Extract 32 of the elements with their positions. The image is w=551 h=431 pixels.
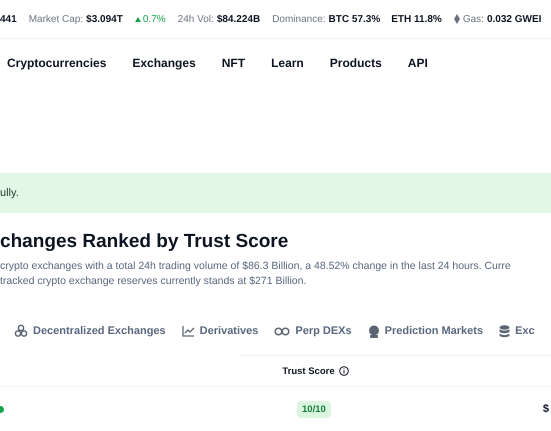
ticker-stat: 441 xyxy=(0,14,17,24)
ticker-stat: Gas: 0.032 GWEI xyxy=(454,14,542,24)
table-cell: $ xyxy=(542,403,549,415)
change-percent: 0.7% xyxy=(134,14,166,24)
ticker-stat: 24h Vol: $84.224B xyxy=(178,14,260,24)
diamond-icon xyxy=(454,14,460,24)
nav-link[interactable]: Exchanges xyxy=(132,56,196,70)
crystal-ball-icon xyxy=(368,324,380,338)
alert-text: ully. xyxy=(0,187,19,199)
nav-link[interactable]: API xyxy=(408,56,428,70)
nav-link[interactable]: Cryptocurrencies xyxy=(7,56,106,70)
description-line: crypto exchanges with a total 24h trading volume of $86.3 Billion, a 48.52% change in the last 24 hours. Curre xyxy=(0,259,512,274)
trust-score-badge: 10/10 xyxy=(297,400,331,418)
line-chart-icon xyxy=(182,325,195,337)
info-icon xyxy=(338,366,349,376)
nav-link[interactable]: Learn xyxy=(271,56,304,70)
category-tab[interactable]: Derivatives xyxy=(178,322,262,340)
category-tab[interactable]: Exc xyxy=(495,322,539,340)
category-tab[interactable]: Prediction Markets xyxy=(364,322,488,340)
ticker-stat: Market Cap: $3.094T xyxy=(28,14,123,24)
category-tab[interactable]: Perp DEXs xyxy=(270,322,356,340)
nav-link[interactable]: NFT xyxy=(222,56,246,70)
infinity-icon xyxy=(274,326,290,336)
cubes-icon xyxy=(14,324,28,338)
page-heading: changes Ranked by Trust Score xyxy=(0,231,290,253)
nav-link[interactable]: Products xyxy=(330,56,382,70)
description-line: tracked crypto exchange reserves currently stands at $271 Billion. xyxy=(0,274,308,289)
database-icon xyxy=(499,324,510,338)
up-triangle-icon xyxy=(134,16,141,22)
ticker-stat: Dominance: BTC 57.3% ETH 11.8% xyxy=(272,14,442,24)
category-tab[interactable]: Decentralized Exchanges xyxy=(10,321,170,341)
column-header: Trust Score xyxy=(282,366,335,376)
